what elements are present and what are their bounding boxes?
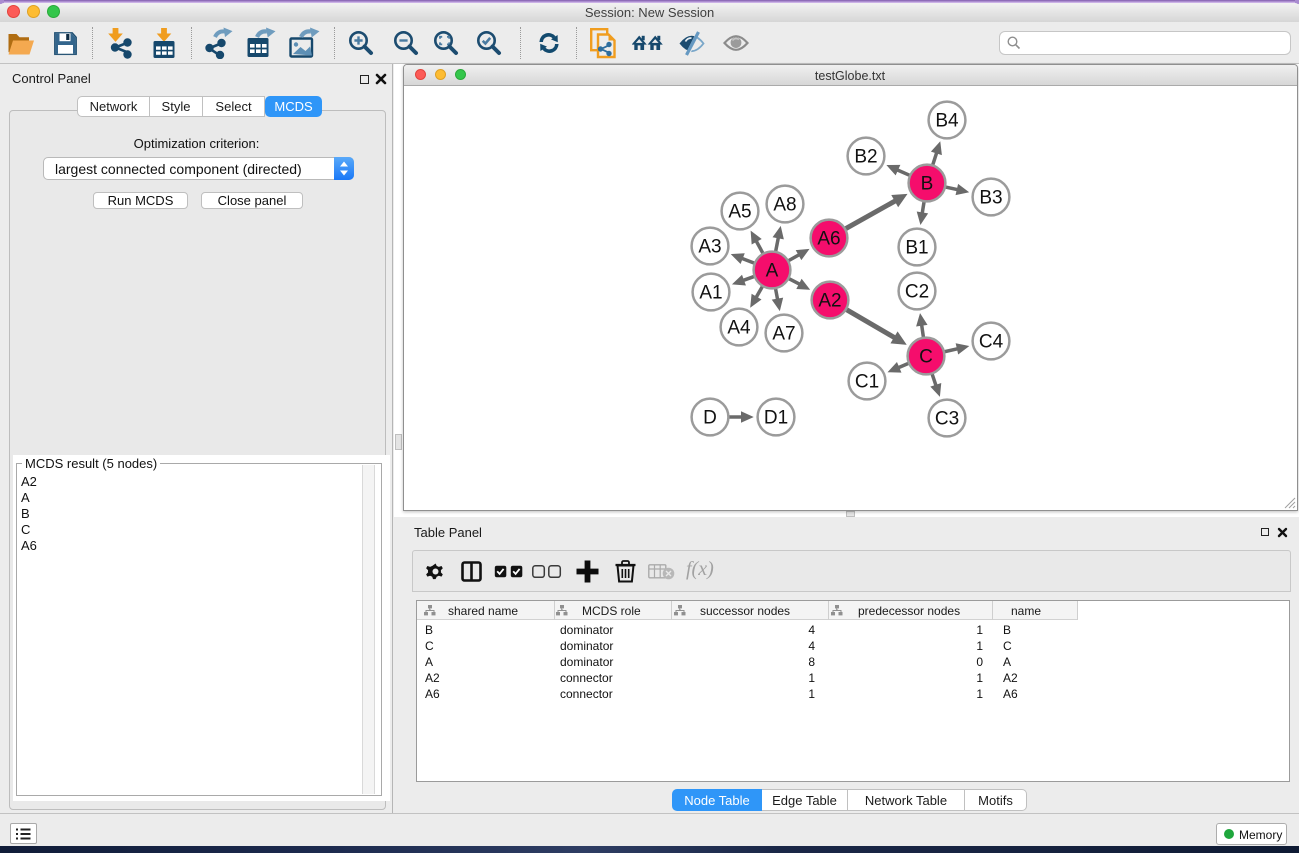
svg-text:A1: A1 — [699, 283, 722, 304]
svg-text:A7: A7 — [772, 324, 795, 345]
svg-text:C: C — [919, 347, 933, 368]
svg-text:C1: C1 — [855, 372, 879, 393]
svg-text:B1: B1 — [905, 238, 928, 259]
svg-text:D1: D1 — [764, 408, 788, 429]
svg-text:A: A — [766, 261, 779, 282]
svg-text:C4: C4 — [979, 332, 1004, 353]
svg-text:A6: A6 — [817, 229, 840, 250]
svg-text:A2: A2 — [818, 291, 841, 312]
svg-text:A3: A3 — [698, 237, 721, 258]
svg-text:B2: B2 — [854, 147, 877, 168]
svg-text:A4: A4 — [727, 318, 751, 339]
svg-text:B: B — [921, 174, 934, 195]
svg-text:B3: B3 — [979, 188, 1002, 209]
svg-text:B4: B4 — [935, 111, 959, 132]
svg-text:C2: C2 — [905, 282, 929, 303]
svg-text:A8: A8 — [773, 195, 796, 216]
svg-text:C3: C3 — [935, 409, 959, 430]
svg-text:D: D — [703, 408, 717, 429]
svg-text:A5: A5 — [728, 202, 751, 223]
